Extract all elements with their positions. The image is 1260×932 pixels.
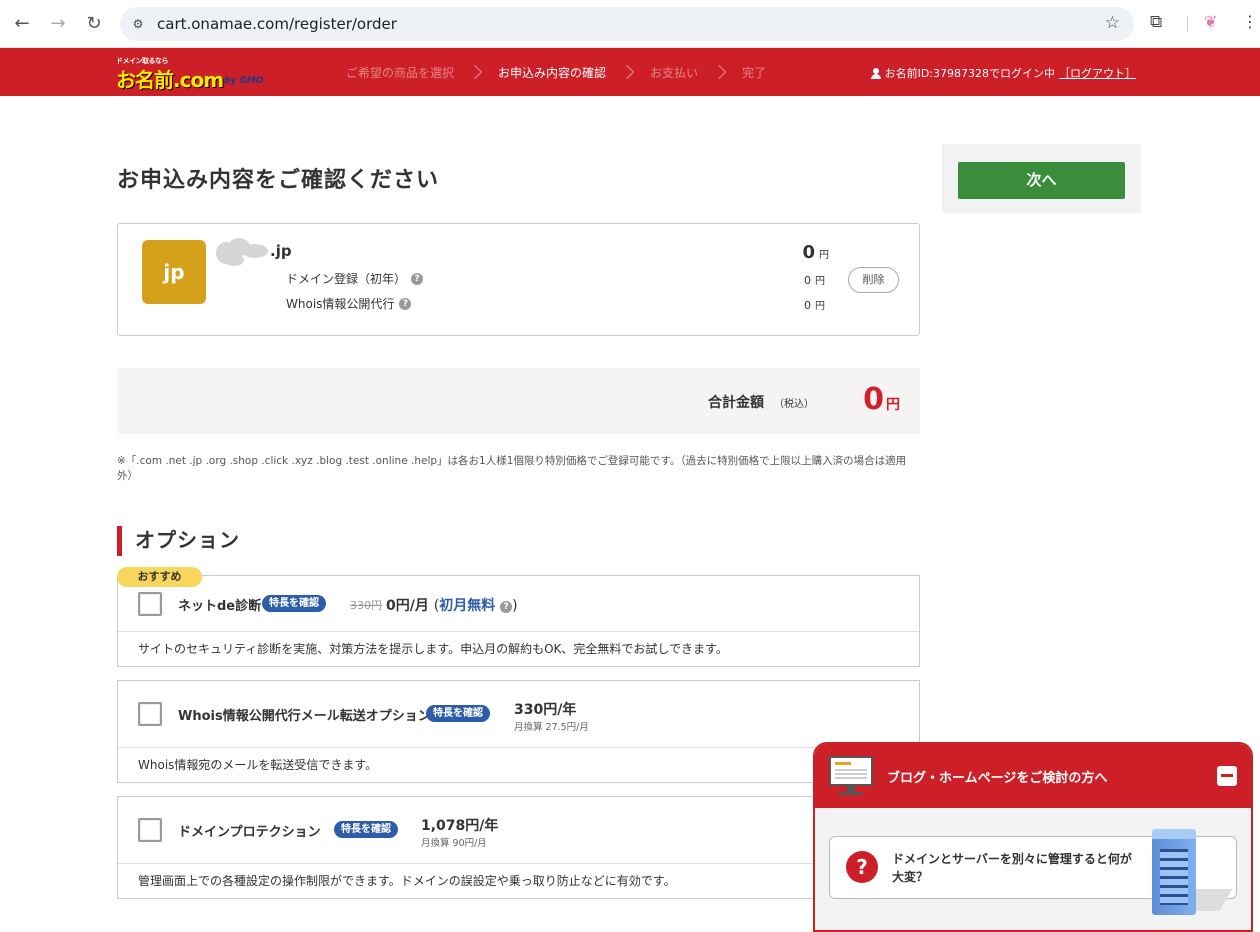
total-value: 0円 [863,382,900,417]
option-card-whois-mail-forward: Whois情報公開代行メール転送オプション 特長を確認 330円/年 月換算 2… [117,680,920,783]
monitor-icon [829,756,873,796]
total-box: 合計金額 （税込） 0円 [117,368,920,434]
line-price: 0円 [804,274,825,287]
option-monthly-price: 月換算 90円/月 [421,838,487,849]
forward-icon[interactable]: → [46,12,70,36]
option-description: 管理画面上での各種設定の操作制限ができます。ドメインの誤設定や乗っ取り防止などに… [138,874,676,888]
reload-icon[interactable]: ↻ [82,12,106,36]
site-header: ドメイン取るなら お名前.com by GMO ご希望の商品を選択 お申込み内容… [0,48,1260,96]
option-name: Whois情報公開代行メール転送オプション [178,709,431,724]
option-checkbox[interactable] [138,592,162,616]
float-panel-header[interactable]: ブログ・ホームページをご検討の方へ [815,744,1251,808]
option-price: 330円/年 [514,702,577,718]
step-chevron-icon [711,64,727,80]
step-select: ご希望の商品を選択 [346,65,455,80]
login-status: お名前ID:37987328でログイン中 ［ログアウト］ [870,65,1136,81]
step-payment: お支払い [650,65,699,80]
order-item-card: jp .jp ドメイン登録（初年） ? Whois情報公開代行 ? 0円 0円 … [117,223,920,336]
option-description: サイトのセキュリティ診断を実施、対策方法を提示します。申込月の解約もOK、完全無… [138,642,728,656]
special-price-note: ※「.com .net .jp .org .shop .click .xyz .… [117,455,907,482]
line-whois-privacy: Whois情報公開代行 ? [286,295,412,312]
question-icon: ? [846,851,878,883]
tld-badge: jp [142,240,206,304]
original-price: 330円 [350,599,382,612]
option-checkbox[interactable] [138,818,162,842]
domain-suffix: .jp [270,242,292,260]
step-confirm: お申込み内容の確認 [498,65,607,80]
back-icon[interactable]: ← [10,12,34,36]
address-bar[interactable]: ⚙ cart.onamae.com/register/order ☆ [120,7,1134,41]
option-monthly-price: 月換算 27.5円/月 [514,722,589,733]
help-icon[interactable]: ? [500,601,513,613]
option-name: ドメインプロテクション [178,825,321,840]
profile-icon[interactable]: ❦ [1204,12,1217,31]
user-icon [870,67,881,79]
blog-homepage-float-panel: ブログ・ホームページをご検討の方へ ? ドメインとサーバーを別々に管理すると何が… [813,742,1253,932]
option-description: Whois情報宛のメールを転送受信できます。 [138,758,378,772]
sidebar-panel: 次へ [942,144,1141,213]
toolbar-divider [1187,16,1188,32]
help-icon[interactable]: ? [399,297,412,310]
options-heading: オプション [117,526,240,556]
recommend-badge: おすすめ [117,567,202,587]
menu-kebab-icon[interactable]: ⋮ [1242,12,1258,31]
step-complete: 完了 [742,65,767,80]
feature-tag-button[interactable]: 特長を確認 [262,595,326,612]
step-chevron-icon [619,64,635,80]
float-panel-title: ブログ・ホームページをご検討の方へ [887,771,1108,786]
minimize-icon[interactable] [1217,766,1237,786]
extensions-icon[interactable]: ⧉ [1150,12,1162,32]
onamae-logo[interactable]: ドメイン取るなら お名前.com by GMO [116,56,266,92]
help-icon[interactable]: ? [411,272,424,285]
checkout-steps: ご希望の商品を選択 お申込み内容の確認 お支払い 完了 [346,48,766,96]
faq-card[interactable]: ? ドメインとサーバーを別々に管理すると何が大変？ [829,829,1237,915]
feature-tag-button[interactable]: 特長を確認 [334,821,398,838]
option-name: ネットde診断 [178,599,262,614]
page-title: お申込み内容をご確認ください [117,168,440,193]
option-card-net-de-shindan: ネットde診断 特長を確認 330円 0円/月 (初月無料 ?) サイトのセキュ… [117,575,920,667]
option-card-domain-protection: ドメインプロテクション 特長を確認 1,078円/年 月換算 90円/月 管理画… [117,796,920,899]
item-total-price: 0円 [802,242,829,263]
logout-link[interactable]: ［ログアウト］ [1059,65,1136,81]
first-month-free: 初月無料 [439,598,496,614]
bookmark-star-icon[interactable]: ☆ [1105,13,1120,33]
faq-text: ドメインとサーバーを別々に管理すると何が大変？ [892,852,1132,884]
total-label: 合計金額 （税込） [708,395,814,411]
server-icon [1148,829,1233,919]
site-info-icon[interactable]: ⚙ [128,14,148,34]
line-domain-registration: ドメイン登録（初年） ? [286,270,424,287]
option-price: 1,078円/年 [421,818,499,834]
browser-toolbar: ← → ↻ ⚙ cart.onamae.com/register/order ☆… [0,0,1260,48]
delete-button[interactable]: 削除 [848,267,899,293]
url-text[interactable]: cart.onamae.com/register/order [157,7,397,41]
login-text: お名前ID:37987328でログイン中 [884,67,1055,80]
next-button[interactable]: 次へ [958,162,1125,199]
step-chevron-icon [467,64,483,80]
option-price: 0円/月 (初月無料 ?) [386,598,518,614]
domain-name-redacted [216,238,272,266]
line-price: 0円 [804,299,825,312]
feature-tag-button[interactable]: 特長を確認 [426,705,490,722]
option-checkbox[interactable] [138,702,162,726]
